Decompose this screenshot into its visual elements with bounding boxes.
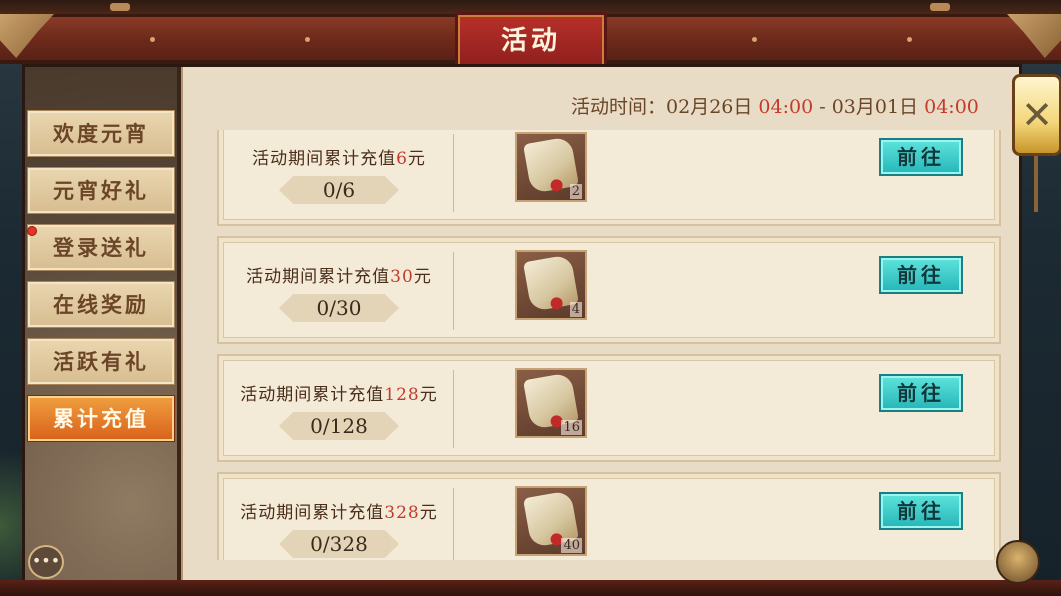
chat-button[interactable]: ••• xyxy=(28,545,64,579)
tab-leiji-chongzhi[interactable]: 累计充值 xyxy=(27,395,175,442)
cap-knob xyxy=(930,3,950,11)
condition-amount: 6 xyxy=(396,149,408,169)
goto-button[interactable]: 前往 xyxy=(879,256,963,294)
condition-amount: 328 xyxy=(384,503,420,523)
row-divider xyxy=(453,252,454,330)
tab-label: 累计充值 xyxy=(53,406,149,431)
tab-huoyue-youli[interactable]: 活跃有礼 xyxy=(27,338,175,385)
reward-row: 活动期间累计充值128元 0/128 16 前往 xyxy=(217,354,1001,462)
row-divider xyxy=(453,134,454,212)
tab-yuanxiao-haoli[interactable]: 元宵好礼 xyxy=(27,167,175,214)
tab-label: 元宵好礼 xyxy=(53,178,149,203)
tab-zaixian-jiangli[interactable]: 在线奖励 xyxy=(27,281,175,328)
lantern-tassel xyxy=(1034,156,1038,212)
event-end-time: 04:00 xyxy=(924,96,979,118)
reward-progress: 0/30 xyxy=(279,294,399,322)
tab-label: 欢度元宵 xyxy=(53,121,149,146)
condition-amount: 30 xyxy=(390,267,414,287)
item-count: 4 xyxy=(569,302,582,317)
event-time-label: 活动时间： xyxy=(571,96,667,118)
gourd-icon[interactable] xyxy=(996,540,1040,584)
condition-prefix: 活动期间累计充值 xyxy=(240,503,385,523)
condition-prefix: 活动期间累计充值 xyxy=(246,267,391,287)
item-count: 40 xyxy=(561,538,582,553)
header-stud xyxy=(150,37,155,42)
tab-huandu-yuanxiao[interactable]: 欢度元宵 xyxy=(27,110,175,157)
condition-unit: 元 xyxy=(407,149,426,169)
header-stud xyxy=(305,37,310,42)
event-start-time: 04:00 xyxy=(758,96,814,118)
event-time: 活动时间：02月26日 04:00 - 03月01日 04:00 xyxy=(571,92,979,119)
condition-unit: 元 xyxy=(413,267,432,287)
notification-badge xyxy=(27,226,37,236)
close-icon: ✕ xyxy=(1021,93,1053,137)
reward-row: 活动期间累计充值328元 0/328 40 前往 xyxy=(217,472,1001,560)
reward-progress: 0/328 xyxy=(279,530,399,558)
goto-button[interactable]: 前往 xyxy=(879,492,963,530)
reward-item[interactable]: 4 xyxy=(515,250,587,320)
goto-button[interactable]: 前往 xyxy=(879,374,963,412)
reward-list[interactable]: 活动期间累计充值6元 0/6 2 前往 活动期间累计充值30元 0/30 4 前… xyxy=(205,130,1010,560)
tab-denglu-songli[interactable]: 登录送礼 xyxy=(27,224,175,271)
goto-label: 前往 xyxy=(897,499,945,523)
condition-unit: 元 xyxy=(419,503,438,523)
reward-row: 活动期间累计充值30元 0/30 4 前往 xyxy=(217,236,1001,344)
reward-condition: 活动期间累计充值328元 xyxy=(237,498,441,523)
title-plate: 活动 xyxy=(455,12,607,70)
item-count: 16 xyxy=(561,420,582,435)
close-button[interactable]: ✕ xyxy=(1012,74,1061,156)
row-divider xyxy=(453,370,454,448)
condition-prefix: 活动期间累计充值 xyxy=(252,149,397,169)
reward-item[interactable]: 16 xyxy=(515,368,587,438)
condition-prefix: 活动期间累计充值 xyxy=(240,385,385,405)
header-stud xyxy=(752,37,757,42)
page-title: 活动 xyxy=(500,26,561,56)
tab-label: 活跃有礼 xyxy=(53,349,149,374)
chat-icon: ••• xyxy=(31,551,61,570)
goto-label: 前往 xyxy=(897,145,945,169)
reward-row: 活动期间累计充值6元 0/6 2 前往 xyxy=(217,130,1001,226)
condition-unit: 元 xyxy=(419,385,438,405)
event-start-date: 02月26日 xyxy=(666,96,753,118)
row-divider xyxy=(453,488,454,560)
goto-label: 前往 xyxy=(897,381,945,405)
tab-label: 在线奖励 xyxy=(53,292,149,317)
goto-button[interactable]: 前往 xyxy=(879,138,963,176)
cap-knob xyxy=(110,3,130,11)
goto-label: 前往 xyxy=(897,263,945,287)
header-stud xyxy=(907,37,912,42)
reward-condition: 活动期间累计充值128元 xyxy=(237,380,441,405)
bottom-bar xyxy=(0,580,1061,596)
condition-amount: 128 xyxy=(384,385,420,405)
event-time-separator: - xyxy=(819,96,826,118)
reward-condition: 活动期间累计充值6元 xyxy=(237,144,441,169)
reward-item[interactable]: 40 xyxy=(515,486,587,556)
reward-item[interactable]: 2 xyxy=(515,132,587,202)
event-end-date: 03月01日 xyxy=(831,96,919,118)
reward-progress: 0/6 xyxy=(279,176,399,204)
item-count: 2 xyxy=(569,184,582,199)
tab-label: 登录送礼 xyxy=(53,235,149,260)
reward-progress: 0/128 xyxy=(279,412,399,440)
reward-condition: 活动期间累计充值30元 xyxy=(237,262,441,287)
